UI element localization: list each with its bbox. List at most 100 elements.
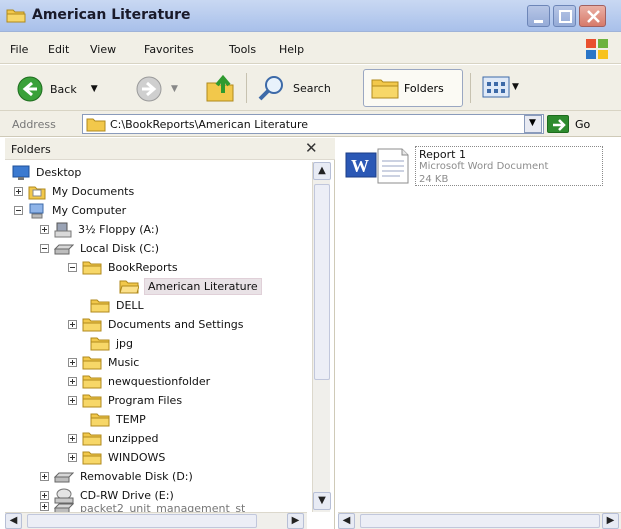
address-input[interactable]: C:\BookReports\American Literature bbox=[82, 114, 544, 134]
back-button[interactable]: Back ▼ bbox=[16, 75, 98, 103]
scroll-thumb[interactable] bbox=[314, 184, 330, 380]
forward-arrow-icon bbox=[136, 76, 162, 102]
tree-item-my-computer[interactable]: My Computer bbox=[14, 201, 126, 220]
tree-item-documents-and-settings[interactable]: Documents and Settings bbox=[68, 315, 244, 334]
expand-icon[interactable] bbox=[40, 225, 49, 234]
windows-logo-icon bbox=[586, 39, 608, 59]
close-icon[interactable]: ✕ bbox=[305, 139, 318, 157]
tree-item-my-documents[interactable]: My Documents bbox=[14, 182, 134, 201]
expand-icon[interactable] bbox=[40, 502, 49, 511]
desktop-icon bbox=[12, 165, 30, 180]
menu-file[interactable]: File bbox=[10, 43, 28, 56]
folder-icon bbox=[82, 261, 102, 275]
toolbar-separator bbox=[470, 73, 471, 103]
tree-item-label: Removable Disk (D:) bbox=[80, 470, 193, 483]
search-icon bbox=[258, 76, 283, 101]
tree-item-packet[interactable]: packet2_unit_management_st bbox=[40, 502, 245, 512]
maximize-button[interactable] bbox=[553, 5, 576, 27]
menu-favorites[interactable]: Favorites bbox=[144, 43, 194, 56]
expand-icon[interactable] bbox=[68, 377, 77, 386]
collapse-icon[interactable] bbox=[68, 263, 77, 272]
up-folder-icon bbox=[206, 74, 234, 102]
back-arrow-icon bbox=[17, 76, 43, 102]
chevron-right-icon: ▶ bbox=[291, 515, 300, 526]
go-label: Go bbox=[575, 117, 591, 131]
tree-item-label: Desktop bbox=[36, 166, 82, 179]
tree-item-label: jpg bbox=[116, 337, 134, 350]
menu-tools[interactable]: Tools bbox=[229, 43, 256, 56]
scroll-down-button[interactable]: ▼ bbox=[313, 492, 331, 510]
expand-icon[interactable] bbox=[14, 187, 23, 196]
address-dropdown-button[interactable]: ▼ bbox=[524, 115, 542, 133]
expand-icon[interactable] bbox=[40, 491, 49, 500]
expand-icon[interactable] bbox=[68, 358, 77, 367]
tree-item-label: TEMP bbox=[116, 413, 146, 426]
file-label-box: Report 1 Microsoft Word Document 24 KB bbox=[415, 146, 603, 186]
close-button[interactable] bbox=[579, 5, 606, 27]
tree-item-music[interactable]: Music bbox=[68, 353, 139, 372]
up-folder-button[interactable] bbox=[205, 73, 237, 103]
views-dropdown-icon[interactable]: ▼ bbox=[512, 82, 519, 92]
tree-item-newquestionfolder[interactable]: newquestionfolder bbox=[68, 372, 210, 391]
address-bar: Address C:\BookReports\American Literatu… bbox=[0, 111, 621, 137]
forward-dropdown-icon[interactable]: ▼ bbox=[171, 84, 178, 94]
tree-item-desktop[interactable]: Desktop bbox=[12, 163, 81, 182]
folders-horizontal-scrollbar[interactable]: ◀ ▶ bbox=[5, 512, 307, 529]
tree-item-label: Music bbox=[108, 356, 140, 369]
tree-item-jpg[interactable]: jpg bbox=[90, 334, 133, 353]
views-icon bbox=[482, 76, 510, 98]
expand-icon[interactable] bbox=[68, 396, 77, 405]
files-horizontal-scrollbar[interactable]: ◀ ▶ bbox=[338, 512, 621, 529]
tree-item-local-disk-c[interactable]: Local Disk (C:) bbox=[40, 239, 159, 258]
toolbar-separator bbox=[246, 73, 247, 103]
address-label: Address bbox=[12, 118, 56, 131]
tree-item-dell[interactable]: DELL bbox=[90, 296, 144, 315]
back-dropdown-icon[interactable]: ▼ bbox=[91, 84, 98, 94]
tree-item-temp[interactable]: TEMP bbox=[90, 410, 146, 429]
views-button[interactable]: ▼ bbox=[482, 76, 519, 98]
scroll-left-button[interactable]: ◀ bbox=[5, 513, 22, 529]
tree-item-bookreports[interactable]: BookReports bbox=[68, 258, 178, 277]
my-documents-icon bbox=[28, 186, 46, 199]
scroll-up-button[interactable]: ▲ bbox=[313, 162, 331, 180]
network-drive-icon bbox=[54, 503, 74, 512]
chevron-left-icon: ◀ bbox=[342, 515, 351, 526]
expand-icon[interactable] bbox=[40, 472, 49, 481]
scroll-right-button[interactable]: ▶ bbox=[602, 513, 619, 529]
tree-item-label: DELL bbox=[116, 299, 144, 312]
collapse-icon[interactable] bbox=[40, 244, 49, 253]
search-label: Search bbox=[293, 81, 331, 95]
folders-button[interactable]: Folders bbox=[363, 69, 463, 107]
tree-item-unzipped[interactable]: unzipped bbox=[68, 429, 159, 448]
expand-icon[interactable] bbox=[68, 434, 77, 443]
folder-icon bbox=[82, 318, 102, 332]
tree-item-windows[interactable]: WINDOWS bbox=[68, 448, 165, 467]
word-doc-icon: W bbox=[345, 148, 409, 184]
tree-item-program-files[interactable]: Program Files bbox=[68, 391, 182, 410]
expand-icon[interactable] bbox=[68, 453, 77, 462]
scroll-thumb[interactable] bbox=[27, 514, 257, 528]
tree-item-label: My Computer bbox=[52, 204, 127, 217]
minimize-button[interactable] bbox=[527, 5, 550, 27]
tree-item-label: 3½ Floppy (A:) bbox=[78, 223, 159, 236]
forward-button[interactable]: ▼ bbox=[135, 75, 178, 103]
search-button[interactable]: Search bbox=[257, 73, 331, 103]
menu-edit[interactable]: Edit bbox=[48, 43, 69, 56]
folder-icon bbox=[82, 356, 102, 370]
menu-help[interactable]: Help bbox=[279, 43, 304, 56]
expand-icon[interactable] bbox=[68, 320, 77, 329]
go-button[interactable]: Go bbox=[547, 115, 590, 133]
folders-vertical-scrollbar[interactable]: ▲ ▼ bbox=[312, 162, 331, 512]
tree-item-floppy[interactable]: 3½ Floppy (A:) bbox=[40, 220, 159, 239]
scroll-thumb[interactable] bbox=[360, 514, 600, 528]
collapse-icon[interactable] bbox=[14, 206, 23, 215]
scroll-left-button[interactable]: ◀ bbox=[338, 513, 355, 529]
tree-item-removable-disk-d[interactable]: Removable Disk (D:) bbox=[40, 467, 193, 486]
tree-item-american-literature[interactable]: American Literature bbox=[119, 277, 262, 296]
file-item[interactable]: W Report 1 Microsoft Word Document 24 KB bbox=[342, 145, 604, 190]
tree-item-label: Documents and Settings bbox=[108, 318, 244, 331]
chevron-down-icon: ▼ bbox=[529, 118, 536, 128]
toolbar: Back ▼ ▼ Search Folders ▼ bbox=[0, 65, 621, 111]
scroll-right-button[interactable]: ▶ bbox=[287, 513, 304, 529]
menu-view[interactable]: View bbox=[90, 43, 116, 56]
